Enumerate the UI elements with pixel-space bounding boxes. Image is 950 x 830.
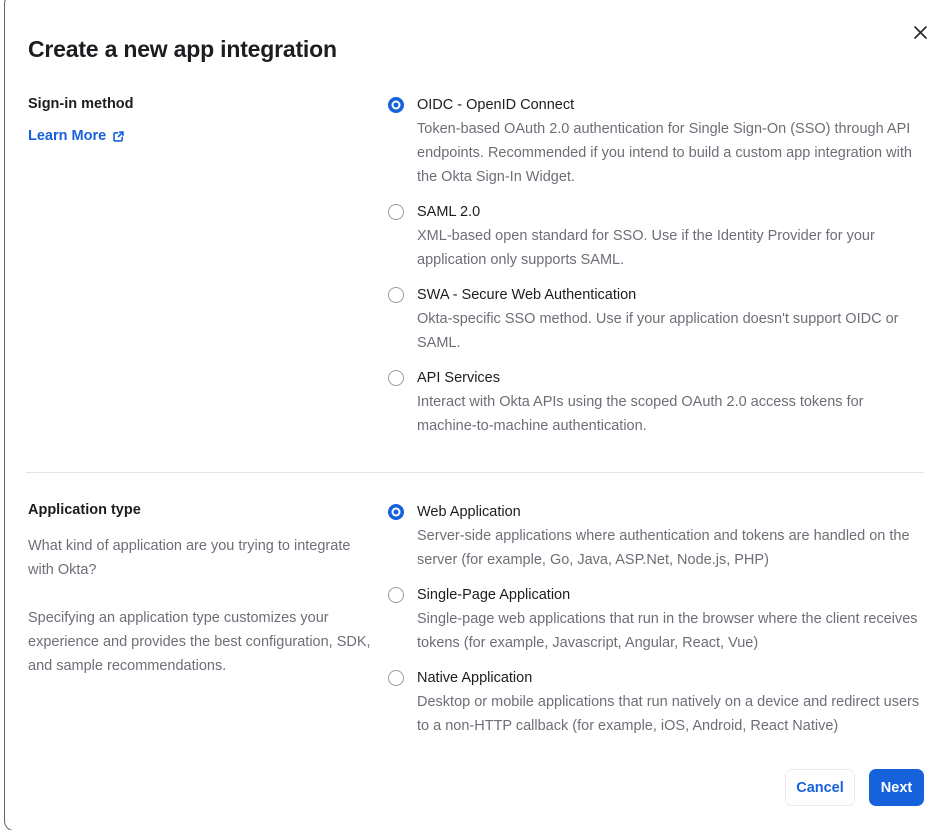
application-type-column: Application type What kind of applicatio… — [28, 500, 376, 678]
option-description: Server-side applications where authentic… — [417, 528, 910, 568]
application-type-explanation: Specifying an application type customize… — [28, 610, 371, 674]
option-label: SWA - Secure Web Authentication — [417, 287, 637, 303]
radio-option-saml[interactable]: SAML 2.0 XML-based open standard for SSO… — [388, 201, 925, 272]
option-label: Web Application — [417, 504, 521, 520]
radio-option-api-services[interactable]: API Services Interact with Okta APIs usi… — [388, 367, 925, 438]
radio-unselected-icon[interactable] — [388, 587, 404, 603]
close-icon — [913, 25, 928, 40]
radio-unselected-icon[interactable] — [388, 287, 404, 303]
radio-unselected-icon[interactable] — [388, 670, 404, 686]
option-description: Interact with Okta APIs using the scoped… — [417, 394, 864, 434]
radio-option-web-application[interactable]: Web Application Server-side applications… — [388, 501, 925, 572]
radio-option-oidc[interactable]: OIDC - OpenID Connect Token-based OAuth … — [388, 94, 925, 189]
radio-selected-icon[interactable] — [388, 97, 404, 113]
signin-method-options: OIDC - OpenID Connect Token-based OAuth … — [388, 94, 925, 450]
cancel-button[interactable]: Cancel — [785, 769, 855, 806]
option-label: SAML 2.0 — [417, 204, 481, 220]
option-description: Desktop or mobile applications that run … — [417, 694, 920, 734]
application-type-options: Web Application Server-side applications… — [388, 501, 925, 750]
radio-option-native-application[interactable]: Native Application Desktop or mobile app… — [388, 667, 925, 738]
option-label: Single-Page Application — [417, 587, 571, 603]
option-description: Single-page web applications that run in… — [417, 611, 918, 651]
page-title: Create a new app integration — [28, 36, 337, 62]
external-link-icon — [112, 130, 125, 143]
signin-method-column: Sign-in method Learn More — [28, 94, 376, 145]
radio-unselected-icon[interactable] — [388, 204, 404, 220]
option-label: Native Application — [417, 670, 533, 686]
option-description: Okta-specific SSO method. Use if your ap… — [417, 311, 899, 351]
option-label: OIDC - OpenID Connect — [417, 97, 575, 113]
radio-option-swa[interactable]: SWA - Secure Web Authentication Okta-spe… — [388, 284, 925, 355]
signin-method-heading: Sign-in method — [28, 96, 134, 112]
application-type-heading: Application type — [28, 502, 141, 518]
next-button[interactable]: Next — [869, 769, 924, 806]
option-label: API Services — [417, 370, 500, 386]
learn-more-label: Learn More — [28, 128, 107, 144]
radio-selected-icon[interactable] — [388, 504, 404, 520]
option-description: XML-based open standard for SSO. Use if … — [417, 228, 875, 268]
learn-more-link[interactable]: Learn More — [28, 128, 125, 144]
option-description: Token-based OAuth 2.0 authentication for… — [417, 121, 912, 185]
radio-option-single-page-application[interactable]: Single-Page Application Single-page web … — [388, 584, 925, 655]
radio-unselected-icon[interactable] — [388, 370, 404, 386]
application-type-question: What kind of application are you trying … — [28, 538, 351, 578]
close-button[interactable] — [906, 18, 934, 46]
section-divider — [26, 472, 924, 473]
